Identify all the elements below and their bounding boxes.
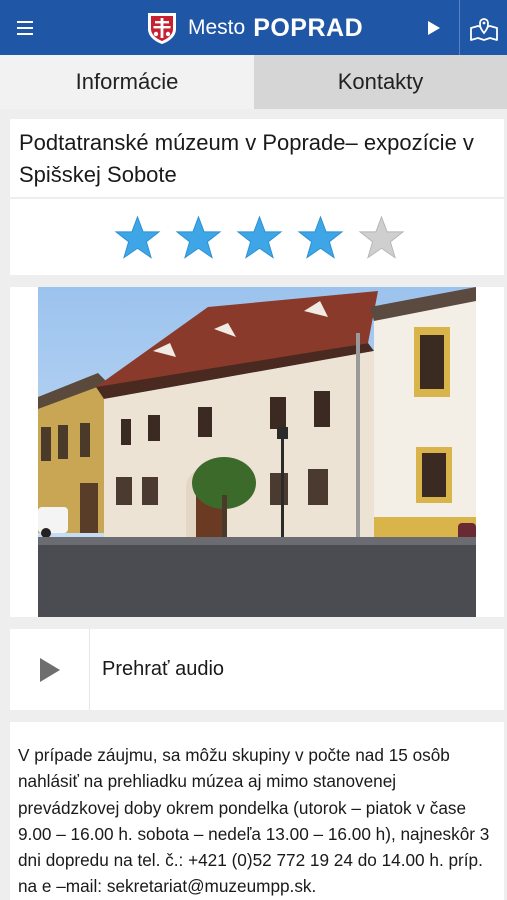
city-crest-icon: [148, 13, 176, 44]
description-card: V prípade záujmu, sa môžu skupiny v počt…: [10, 722, 504, 900]
title-card: Podtatranské múzeum v Poprade– expozície…: [10, 119, 504, 197]
poi-title: Podtatranské múzeum v Poprade– expozície…: [19, 130, 474, 187]
audio-play-button[interactable]: [10, 629, 90, 710]
star-filled-icon[interactable]: [114, 215, 161, 260]
brand-name: POPRAD: [253, 13, 364, 42]
poi-description: V prípade záujmu, sa môžu skupiny v počt…: [18, 745, 490, 897]
brand-prefix: Mesto: [188, 16, 246, 39]
hamburger-icon: [17, 26, 33, 29]
tab-kontakty[interactable]: Kontakty: [254, 55, 507, 109]
star-filled-icon[interactable]: [297, 215, 344, 260]
photo-card: [10, 287, 504, 617]
app-header: Mesto POPRAD: [0, 0, 507, 55]
star-filled-icon[interactable]: [236, 215, 283, 260]
play-icon: [428, 20, 440, 35]
rating-stars[interactable]: [10, 199, 504, 275]
tab-bar: Informácie Kontakty: [0, 55, 507, 109]
play-tour-button[interactable]: [410, 0, 458, 55]
audio-label: Prehrať audio: [102, 658, 225, 680]
map-pin-icon: [469, 17, 498, 41]
tab-informacie[interactable]: Informácie: [0, 55, 254, 109]
star-filled-icon[interactable]: [175, 215, 222, 260]
map-button[interactable]: [459, 0, 507, 55]
play-icon: [39, 657, 60, 682]
star-empty-icon[interactable]: [358, 215, 405, 260]
brand: Mesto POPRAD: [146, 11, 363, 45]
museum-photo: [38, 287, 476, 617]
menu-button[interactable]: [0, 0, 50, 55]
audio-card[interactable]: Prehrať audio: [10, 629, 504, 710]
